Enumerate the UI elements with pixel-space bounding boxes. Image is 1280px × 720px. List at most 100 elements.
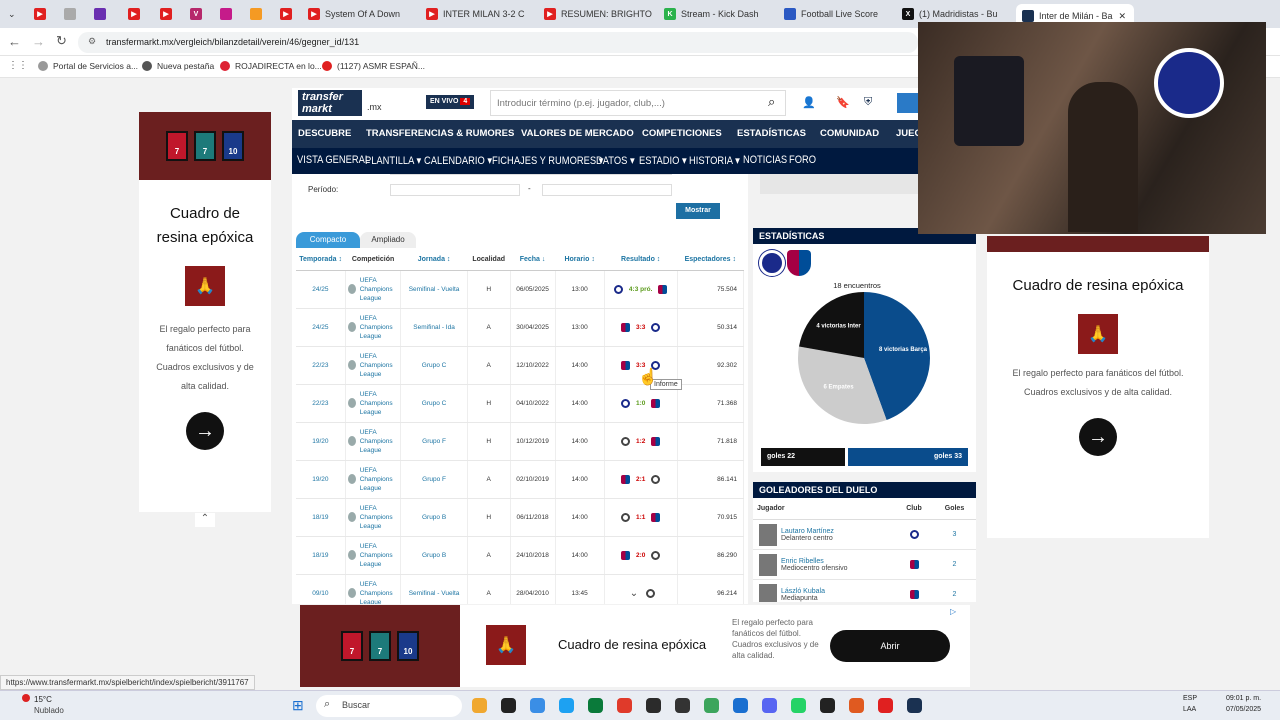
- bottom-ad[interactable]: 7 7 10 🙏 Cuadro de resina epóxica El reg…: [300, 605, 970, 687]
- result-link[interactable]: 1:2: [636, 438, 645, 445]
- nav-competiciones[interactable]: COMPETICIONES: [642, 128, 722, 139]
- player-club-icon[interactable]: [909, 590, 919, 599]
- result-link[interactable]: 2:1: [636, 476, 645, 483]
- bookmark-2[interactable]: Nueva pestaña: [142, 61, 214, 71]
- round-cell[interactable]: Grupo B: [400, 498, 468, 537]
- login-button[interactable]: [897, 93, 919, 113]
- tab-youtube-1[interactable]: ▶: [34, 4, 51, 24]
- tab-7[interactable]: [220, 4, 237, 24]
- home-club-icon[interactable]: [621, 474, 631, 484]
- taskbar-app-icon[interactable]: [791, 698, 806, 713]
- taskbar-app-icon[interactable]: [501, 698, 516, 713]
- tab-inter-milan[interactable]: ▶ INTER MILAN 3-2 C: [426, 4, 526, 24]
- subnav-calendario[interactable]: CALENDARIO ▾: [424, 154, 492, 167]
- forward-icon[interactable]: →: [32, 34, 45, 49]
- season-cell[interactable]: 18/19: [296, 536, 346, 575]
- col-jornada[interactable]: Jornada ↕: [400, 250, 468, 271]
- col-fecha[interactable]: Fecha ↓: [510, 250, 556, 271]
- away-club-icon[interactable]: [658, 284, 668, 294]
- taskbar-app-icon[interactable]: [878, 698, 893, 713]
- result-link[interactable]: 1:1: [636, 514, 645, 521]
- tab-resumen[interactable]: ▶ RESUMEN: BRIGHTO: [544, 4, 654, 24]
- season-cell[interactable]: 19/20: [296, 422, 346, 461]
- collapse-down-icon[interactable]: ⌄: [622, 588, 646, 602]
- bookmark-icon[interactable]: 🔖: [836, 96, 850, 109]
- result-cell[interactable]: 1:1: [604, 498, 678, 537]
- nav-descubre[interactable]: DESCUBRE: [298, 128, 351, 139]
- player-club-icon[interactable]: [909, 560, 919, 569]
- live-badge[interactable]: EN VIVO 4: [426, 95, 475, 109]
- windows-start-icon[interactable]: ⊞: [292, 697, 304, 714]
- subnav-plantilla[interactable]: PLANTILLA ▾: [365, 154, 421, 167]
- round-cell[interactable]: Grupo C: [400, 346, 468, 385]
- tm-domain[interactable]: .mx: [367, 102, 382, 112]
- ad-choices-icon[interactable]: ▷: [950, 607, 956, 616]
- search-input[interactable]: Introducir término (p.ej. jugador, club,…: [490, 90, 786, 116]
- taskbar-app-icon[interactable]: [675, 698, 690, 713]
- taskbar-app-icon[interactable]: [849, 698, 864, 713]
- site-info-icon[interactable]: ⚙: [88, 36, 96, 47]
- tab-3[interactable]: [94, 4, 111, 24]
- away-club-icon[interactable]: [651, 512, 661, 522]
- season-cell[interactable]: 19/20: [296, 460, 346, 499]
- competition-cell[interactable]: UEFA Champions League: [345, 536, 402, 575]
- subnav-noticias[interactable]: NOTICIAS: [743, 154, 787, 166]
- result-link[interactable]: 1:0: [636, 400, 645, 407]
- result-link[interactable]: 4:3 pró.: [629, 286, 652, 293]
- season-cell[interactable]: 24/25: [296, 270, 346, 309]
- barca-logo-icon[interactable]: [787, 250, 811, 276]
- inter-logo-icon[interactable]: [759, 250, 785, 276]
- ad-arrow-button[interactable]: →: [186, 412, 224, 450]
- result-cell[interactable]: 1:2: [604, 422, 678, 461]
- tab-2[interactable]: [64, 4, 81, 24]
- tab-5[interactable]: ▶: [160, 4, 177, 24]
- tab-kick[interactable]: K Stream - Kick Dash: [664, 4, 774, 24]
- ad-arrow-button[interactable]: →: [1079, 418, 1117, 456]
- weather-temp[interactable]: 15°C: [34, 695, 52, 704]
- away-club-icon[interactable]: [651, 436, 661, 446]
- competition-cell[interactable]: UEFA Champions League: [345, 308, 402, 347]
- away-club-icon[interactable]: [645, 588, 655, 598]
- nav-valores[interactable]: VALORES DE MERCADO: [521, 128, 634, 139]
- result-cell[interactable]: 2:1: [604, 460, 678, 499]
- address-bar[interactable]: ⚙ transfermarkt.mx/vergleich/bilanzdetai…: [78, 32, 918, 53]
- col-horario[interactable]: Horario ↕: [555, 250, 605, 271]
- competition-cell[interactable]: UEFA Champions League: [345, 346, 402, 385]
- taskbar-app-icon[interactable]: [559, 698, 574, 713]
- bookmark-4[interactable]: (1127) ASMR ESPAÑ...: [322, 61, 425, 71]
- subnav-historia[interactable]: HISTORIA ▾: [689, 154, 740, 167]
- tab-menu[interactable]: ⌄: [8, 4, 16, 24]
- round-cell[interactable]: Grupo F: [400, 422, 468, 461]
- taskbar-app-icon[interactable]: [820, 698, 835, 713]
- tab-soad[interactable]: ▶ System Of A Down: [308, 4, 418, 24]
- left-ad[interactable]: 7 7 10 Cuadro de resina epóxica 🙏 El reg…: [139, 112, 271, 512]
- tab-8[interactable]: [250, 4, 267, 24]
- apps-icon[interactable]: ⋮⋮: [8, 60, 28, 71]
- weather-desc[interactable]: Nublado: [34, 706, 64, 715]
- show-button[interactable]: Mostrar: [676, 203, 720, 219]
- result-link[interactable]: 3:3: [636, 324, 645, 331]
- subnav-vista-general[interactable]: VISTA GENERAL: [297, 154, 370, 166]
- season-cell[interactable]: 18/19: [296, 498, 346, 537]
- player-goals[interactable]: 2: [933, 561, 976, 568]
- subnav-foro[interactable]: FORO: [789, 154, 816, 166]
- lang-indicator-2[interactable]: LAA: [1183, 706, 1196, 713]
- tm-logo[interactable]: transfer markt: [298, 90, 362, 116]
- taskbar-app-icon[interactable]: [472, 698, 487, 713]
- player-goals[interactable]: 3: [933, 531, 976, 538]
- competition-cell[interactable]: UEFA Champions League: [345, 460, 402, 499]
- subnav-estadio[interactable]: ESTADIO ▾: [639, 154, 687, 167]
- away-club-icon[interactable]: [651, 550, 661, 560]
- round-cell[interactable]: Semifinal - Vuelta: [400, 270, 468, 309]
- search-icon[interactable]: ⌕: [768, 94, 775, 110]
- taskbar-app-icon[interactable]: [762, 698, 777, 713]
- result-cell[interactable]: 4:3 pró.: [604, 270, 678, 309]
- taskbar-search[interactable]: ⌕ Buscar: [316, 695, 462, 717]
- taskbar-app-icon[interactable]: [530, 698, 545, 713]
- taskbar-app-icon[interactable]: [704, 698, 719, 713]
- tab-4[interactable]: ▶: [128, 4, 145, 24]
- home-club-icon[interactable]: [621, 550, 631, 560]
- season-cell[interactable]: 22/23: [296, 384, 346, 423]
- home-club-icon[interactable]: [621, 360, 631, 370]
- col-temporada[interactable]: Temporada ↕: [296, 250, 346, 271]
